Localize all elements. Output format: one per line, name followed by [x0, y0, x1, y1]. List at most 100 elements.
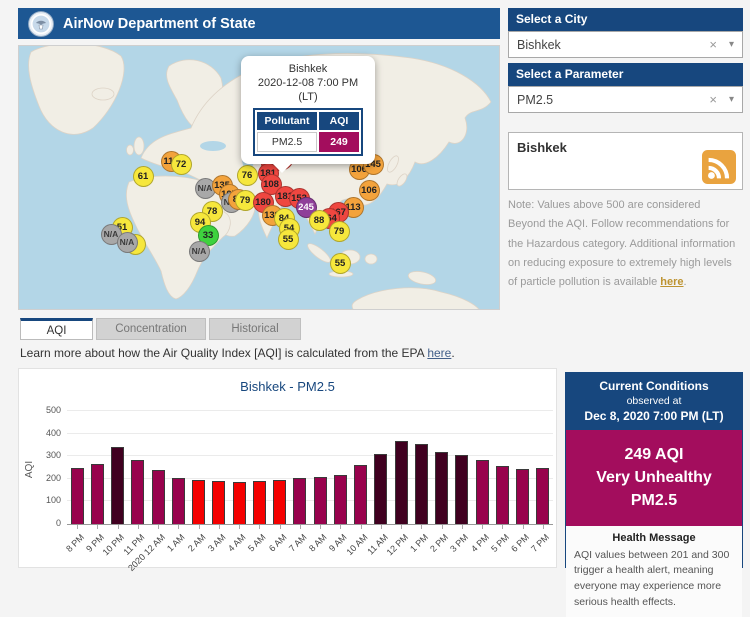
chart-bar	[435, 452, 448, 524]
aqi-chart-card: Bishkek - PM2.5 AQI 0100200300400500 8 P…	[18, 368, 557, 568]
observed-at-label: observed at	[570, 395, 738, 407]
parameter-select-header: Select a Parameter	[508, 63, 743, 86]
page-title: AirNow Department of State	[63, 16, 256, 32]
chart-xlabels: 8 PM9 PM10 PM11 PM2020 12 AM1 AM2 AM3 AM…	[67, 525, 553, 567]
x-tick-label: 5 AM	[246, 532, 268, 554]
tab-aqi[interactable]: AQI	[20, 318, 93, 340]
chart-bar	[253, 481, 266, 524]
x-tick-label: 3 AM	[206, 532, 228, 554]
x-tick-label: 8 PM	[64, 532, 86, 554]
beyond-aqi-note: Note: Values above 500 are considered Be…	[508, 196, 740, 292]
tab-bar: AQI Concentration Historical	[20, 318, 301, 340]
chevron-down-icon[interactable]: ▾	[729, 39, 734, 50]
x-tick-label: 2 AM	[186, 532, 208, 554]
chart-bar	[354, 465, 367, 524]
learn-more-period: .	[451, 346, 454, 360]
x-tick-label: 4 PM	[469, 532, 491, 554]
y-tick-label: 200	[46, 473, 61, 483]
chart-y-ticks: 0100200300400500	[31, 411, 61, 524]
y-tick-label: 500	[46, 405, 61, 415]
chart-bar	[536, 468, 549, 524]
chart-bar	[496, 466, 509, 524]
popup-datetime: 2020-12-08 7:00 PM (LT)	[247, 77, 369, 105]
x-tick-label: 7 PM	[530, 532, 552, 554]
chart-bars: 0100200300400500	[67, 411, 553, 525]
chart-bar	[71, 468, 84, 525]
tab-historical[interactable]: Historical	[209, 318, 301, 340]
popup-pollutant-value: PM2.5	[257, 132, 317, 152]
clear-icon[interactable]: ×	[709, 37, 717, 52]
note-here-link[interactable]: here	[660, 276, 683, 288]
aqi-marker[interactable]: 106	[359, 180, 380, 201]
aqi-marker[interactable]: 72	[171, 154, 192, 175]
chart-bar	[374, 454, 387, 524]
y-tick-label: 0	[56, 518, 61, 528]
chevron-down-icon[interactable]: ▾	[729, 94, 734, 105]
x-tick-label: 3 PM	[449, 532, 471, 554]
rss-icon[interactable]	[702, 150, 736, 184]
airnow-page: AirNow Department of State	[0, 0, 750, 568]
x-tick-label: 1 PM	[408, 532, 430, 554]
chart-bar	[273, 480, 286, 524]
aqi-marker[interactable]: 61	[133, 166, 154, 187]
gridline	[67, 410, 553, 411]
rss-feed-box: Bishkek	[508, 132, 743, 190]
x-tick-label: 6 AM	[267, 532, 289, 554]
health-message-text: AQI values between 201 and 300 trigger a…	[574, 548, 734, 611]
chart-bar	[415, 444, 428, 524]
observed-datetime: Dec 8, 2020 7:00 PM (LT)	[570, 409, 738, 423]
app-header: AirNow Department of State	[18, 8, 500, 39]
x-tick-label: 1 AM	[165, 532, 187, 554]
city-select-value: Bishkek	[517, 38, 709, 52]
aqi-marker[interactable]: 76	[237, 165, 258, 186]
chart-bar	[395, 441, 408, 524]
clear-icon[interactable]: ×	[709, 92, 717, 107]
city-select[interactable]: Bishkek × ▾	[508, 31, 743, 58]
current-aqi-block: 249 AQI Very Unhealthy PM2.5	[566, 430, 742, 526]
chart-bar	[91, 464, 104, 524]
note-text: Note: Values above 500 are considered Be…	[508, 199, 735, 288]
chart-bar	[152, 470, 165, 524]
x-tick-label: 8 AM	[307, 532, 329, 554]
chart-bar	[131, 460, 144, 524]
chart-bar	[516, 469, 529, 524]
x-tick-label: 2 PM	[428, 532, 450, 554]
chart-bar	[233, 482, 246, 524]
chart-title: Bishkek - PM2.5	[19, 379, 556, 394]
aqi-marker[interactable]: 88	[309, 210, 330, 231]
aqi-marker[interactable]: 79	[329, 221, 350, 242]
world-aqi-map[interactable]: 1177261N/A135107N/A807976789433N/A51N/A9…	[18, 45, 500, 310]
chart-bar	[334, 475, 347, 524]
current-conditions-panel: Current Conditions observed at Dec 8, 20…	[565, 372, 743, 568]
x-tick: 7 PM	[533, 525, 553, 567]
current-aqi-category: Very Unhealthy	[570, 466, 738, 489]
epa-here-link[interactable]: here	[427, 346, 451, 360]
current-aqi-value: 249 AQI	[570, 443, 738, 466]
health-message-section: Health Message AQI values between 201 an…	[566, 526, 742, 617]
x-tick-label: 4 AM	[226, 532, 248, 554]
aqi-marker[interactable]: N/A	[117, 232, 138, 253]
learn-more-text: Learn more about how the Air Quality Ind…	[20, 346, 455, 360]
state-department-seal-icon	[28, 11, 54, 37]
chart-bar	[293, 478, 306, 524]
popup-table: Pollutant AQI PM2.5 249	[253, 108, 363, 156]
chart-bar	[314, 477, 327, 524]
aqi-marker[interactable]: 55	[278, 229, 299, 250]
current-aqi-pollutant: PM2.5	[570, 489, 738, 512]
popup-city: Bishkek	[247, 63, 369, 77]
chart-bar	[212, 481, 225, 524]
aqi-marker[interactable]: 55	[330, 253, 351, 274]
gridline	[67, 455, 553, 456]
chart-bar	[476, 460, 489, 524]
chart-bar	[172, 478, 185, 524]
tab-concentration[interactable]: Concentration	[96, 318, 206, 340]
chart-bar	[455, 455, 468, 524]
popup-aqi-value: 249	[319, 132, 359, 152]
learn-more-prefix: Learn more about how the Air Quality Ind…	[20, 346, 427, 360]
chart-bar	[192, 480, 205, 524]
parameter-select[interactable]: PM2.5 × ▾	[508, 86, 743, 113]
aqi-marker[interactable]: N/A	[189, 241, 210, 262]
health-message-title: Health Message	[574, 532, 734, 544]
popup-col-aqi: AQI	[319, 112, 359, 130]
y-tick-label: 400	[46, 428, 61, 438]
